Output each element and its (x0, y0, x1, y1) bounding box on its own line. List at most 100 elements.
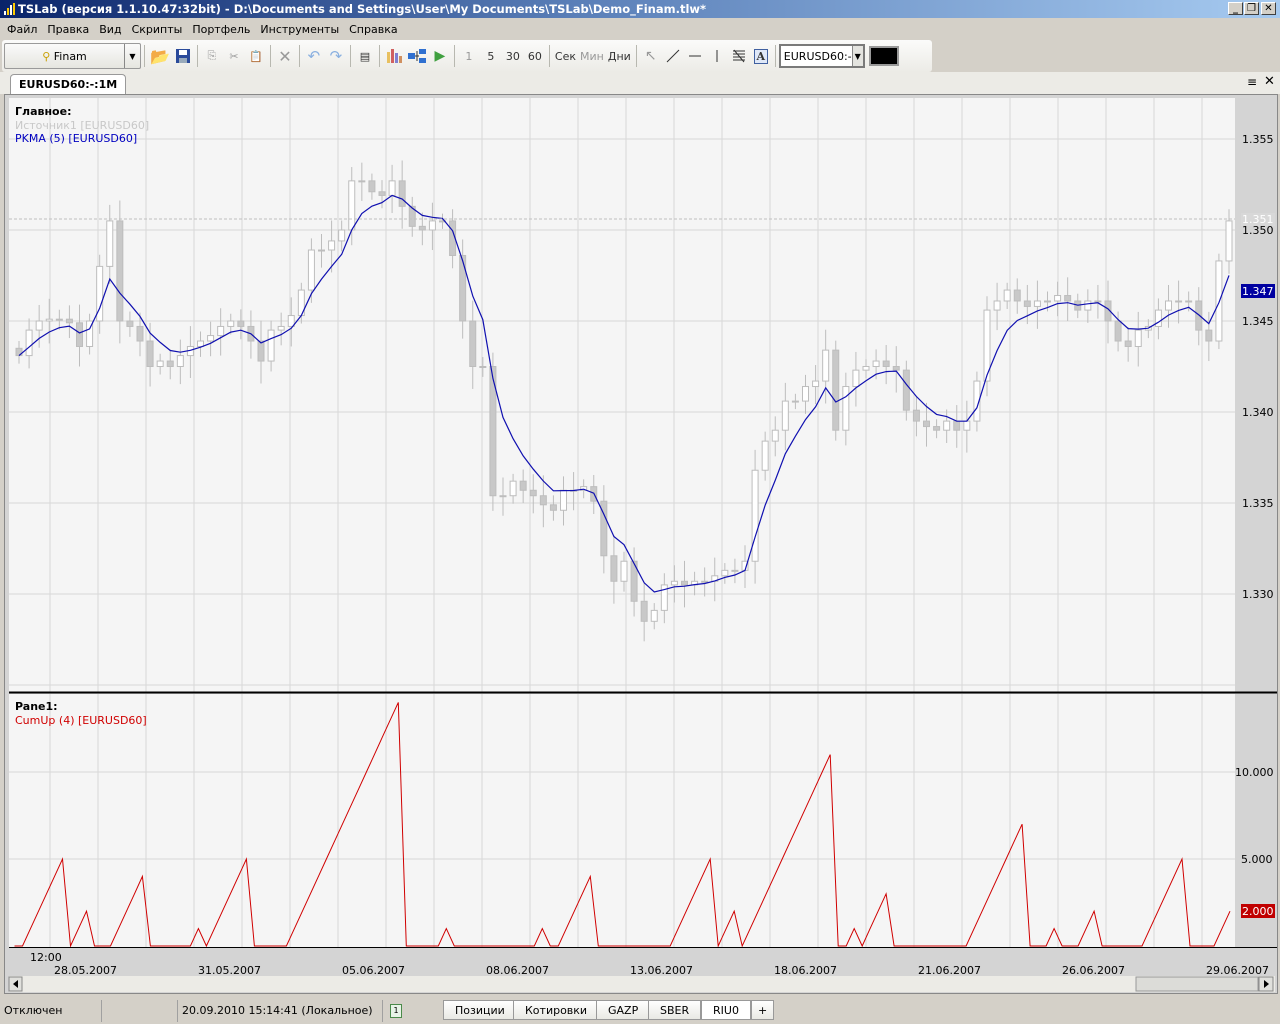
broker-select[interactable]: ⚲ Finam ▼ (4, 43, 141, 69)
color-picker[interactable] (868, 46, 899, 66)
candle (76, 322, 83, 347)
chart-area[interactable]: Главное: Источник1 [EURUSD60] PKMA (5) [… (4, 94, 1278, 994)
separator (298, 45, 300, 67)
symbol-label: EURUSD60:- (783, 49, 852, 63)
diagram-icon[interactable] (405, 44, 429, 68)
chart-icon[interactable] (383, 44, 405, 68)
undo-icon[interactable]: ↶ (303, 44, 325, 68)
redo-icon[interactable]: ↷ (325, 44, 347, 68)
chevron-down-icon[interactable]: ▼ (851, 46, 863, 66)
price-tick-label: 1.335 (1242, 497, 1274, 510)
candle (953, 420, 961, 431)
candle (217, 325, 225, 337)
tab-riu0[interactable]: RIU0 (701, 1000, 751, 1020)
cut-icon[interactable]: ✂ (223, 44, 245, 68)
candle (176, 355, 184, 367)
scrollbar-thumb[interactable] (1135, 976, 1259, 992)
unit-seconds[interactable]: Сек (553, 44, 578, 68)
candle (378, 191, 386, 196)
vertical-line-icon[interactable] (706, 44, 728, 68)
candle (549, 504, 557, 511)
document-tab-strip: EURUSD60:-:1M ≡ ✕ (0, 72, 1280, 94)
candle (519, 480, 527, 491)
price-tick-label: 1.355 (1242, 133, 1274, 146)
tab-positions[interactable]: Позиции (443, 1000, 517, 1020)
cursor-icon[interactable]: ↖ (640, 44, 662, 68)
copy-icon[interactable]: ⎘ (201, 44, 223, 68)
properties-icon[interactable]: ▤ (354, 44, 376, 68)
candle (650, 609, 658, 622)
lower-pane-title: Pane1: (15, 700, 58, 713)
paste-icon[interactable]: 📋 (245, 44, 267, 68)
candle (1175, 300, 1183, 303)
unit-days[interactable]: Дни (606, 44, 633, 68)
menu-tools[interactable]: Инструменты (255, 23, 344, 36)
tab-eurusd60[interactable]: EURUSD60:-:1M (10, 74, 127, 94)
candle (560, 489, 567, 511)
unit-minutes[interactable]: Мин (578, 44, 606, 68)
symbol-select[interactable]: EURUSD60:- ▼ (778, 44, 865, 68)
candle (681, 580, 688, 586)
candle (459, 254, 467, 322)
open-folder-icon[interactable]: 📂 (148, 44, 172, 68)
candle (771, 429, 779, 442)
candle (1094, 300, 1102, 303)
text-icon[interactable]: A (750, 44, 772, 68)
interval-60[interactable]: 60 (524, 44, 546, 68)
document-badge-icon[interactable]: 1 (390, 1004, 402, 1018)
menu-view[interactable]: Вид (94, 23, 126, 36)
tab-quotes[interactable]: Котировки (513, 1000, 600, 1020)
candle (428, 220, 436, 231)
chevron-down-icon[interactable]: ▼ (124, 44, 140, 68)
status-empty (102, 1000, 178, 1022)
minimize-button[interactable]: _ (1228, 2, 1243, 15)
tab-sber[interactable]: SBER (648, 1000, 702, 1020)
save-icon[interactable] (172, 44, 194, 68)
tab-menu-icon[interactable]: ≡ (1247, 75, 1257, 89)
restore-button[interactable]: ❐ (1244, 2, 1259, 15)
candle (207, 335, 215, 342)
menu-portfolio[interactable]: Портфель (187, 23, 255, 36)
menu-file[interactable]: Файл (2, 23, 42, 36)
candle (701, 580, 709, 583)
date-label: 21.06.2007 (918, 964, 981, 977)
menu-scripts[interactable]: Скрипты (127, 23, 188, 36)
candle (802, 386, 809, 402)
candle (1225, 220, 1233, 262)
interval-30[interactable]: 30 (502, 44, 524, 68)
candle (388, 180, 396, 196)
last-cumup-value: 2.000 (1242, 905, 1274, 918)
date-label: 05.06.2007 (342, 964, 405, 977)
candle (338, 229, 346, 242)
candle (1114, 320, 1122, 342)
candle (469, 320, 477, 367)
fibonacci-icon[interactable] (728, 44, 750, 68)
candle (892, 366, 900, 371)
candle (358, 180, 366, 183)
candle (923, 420, 930, 428)
separator (349, 45, 351, 67)
candle (902, 369, 910, 411)
tab-gazp[interactable]: GAZP (596, 1000, 651, 1020)
interval-5[interactable]: 5 (480, 44, 502, 68)
candle (1033, 300, 1041, 307)
menu-help[interactable]: Справка (344, 23, 402, 36)
trend-line-icon[interactable] (662, 44, 684, 68)
window-title: TSLab (версия 1.1.10.47:32bit) - D:\Docu… (18, 2, 707, 16)
delete-icon[interactable]: ✕ (274, 44, 296, 68)
date-label: 31.05.2007 (198, 964, 261, 977)
candle (963, 420, 971, 431)
add-tab-button[interactable]: + (751, 1000, 775, 1020)
candle (65, 318, 73, 324)
candle (529, 489, 537, 497)
menu-edit[interactable]: Правка (42, 23, 94, 36)
candle (479, 366, 487, 368)
chart-canvas[interactable]: Главное: Источник1 [EURUSD60] PKMA (5) [… (5, 95, 1279, 995)
horizontal-line-icon[interactable] (684, 44, 706, 68)
candle (1054, 295, 1062, 302)
candle (509, 480, 517, 497)
close-tab-icon[interactable]: ✕ (1264, 74, 1275, 89)
interval-1[interactable]: 1 (458, 44, 480, 68)
close-button[interactable]: ✕ (1261, 2, 1276, 15)
run-icon[interactable]: ▶ (429, 44, 451, 68)
